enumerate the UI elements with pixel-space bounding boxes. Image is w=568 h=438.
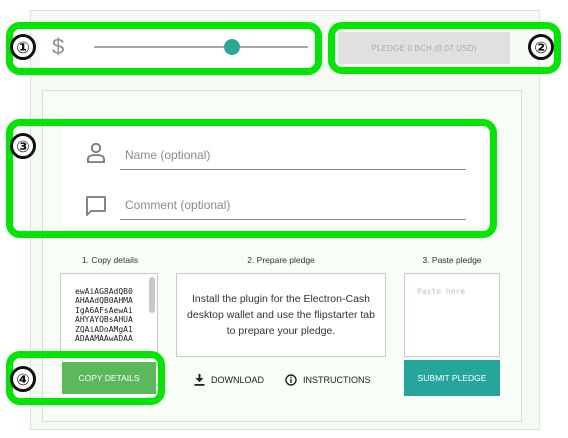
copy-scrollbar[interactable] [149, 277, 155, 313]
submit-pledge-button[interactable]: SUBMIT PLEDGE [404, 360, 500, 396]
paste-pledge-textarea[interactable]: Paste here [404, 273, 500, 357]
annotation-badge-3: ③ [10, 133, 36, 159]
download-icon [194, 374, 205, 386]
step-prepare-title: 2. Prepare pledge [247, 255, 315, 265]
paste-placeholder: Paste here [417, 287, 466, 296]
pledge-widget: $ PLEDGE 0 BCH (0.07 USD) Name (optional… [0, 0, 568, 438]
highlight-amount [6, 22, 322, 75]
info-icon [285, 374, 297, 386]
annotation-badge-4: ④ [10, 366, 36, 392]
download-label: DOWNLOAD [211, 375, 265, 385]
prepare-text: Install the plugin for the Electron-Cash… [187, 293, 375, 337]
instructions-link[interactable]: INSTRUCTIONS [285, 374, 371, 386]
copy-details-textarea[interactable]: ewAiAG8AdQB0 AHAAdQB0AHMA IgA6AFsAewAi A… [60, 273, 158, 357]
highlight-form [6, 119, 497, 238]
instructions-label: INSTRUCTIONS [303, 375, 371, 385]
step-copy-title: 1. Copy details [81, 255, 139, 265]
highlight-pledge [328, 22, 561, 74]
annotation-badge-1: ① [10, 34, 36, 60]
annotation-badge-2: ② [528, 34, 554, 60]
download-link[interactable]: DOWNLOAD [194, 374, 264, 386]
copy-details-text: ewAiAG8AdQB0 AHAAdQB0AHMA IgA6AFsAewAi A… [75, 287, 133, 344]
step-paste-title: 3. Paste pledge [422, 255, 482, 265]
prepare-instructions: Install the plugin for the Electron-Cash… [176, 273, 386, 357]
